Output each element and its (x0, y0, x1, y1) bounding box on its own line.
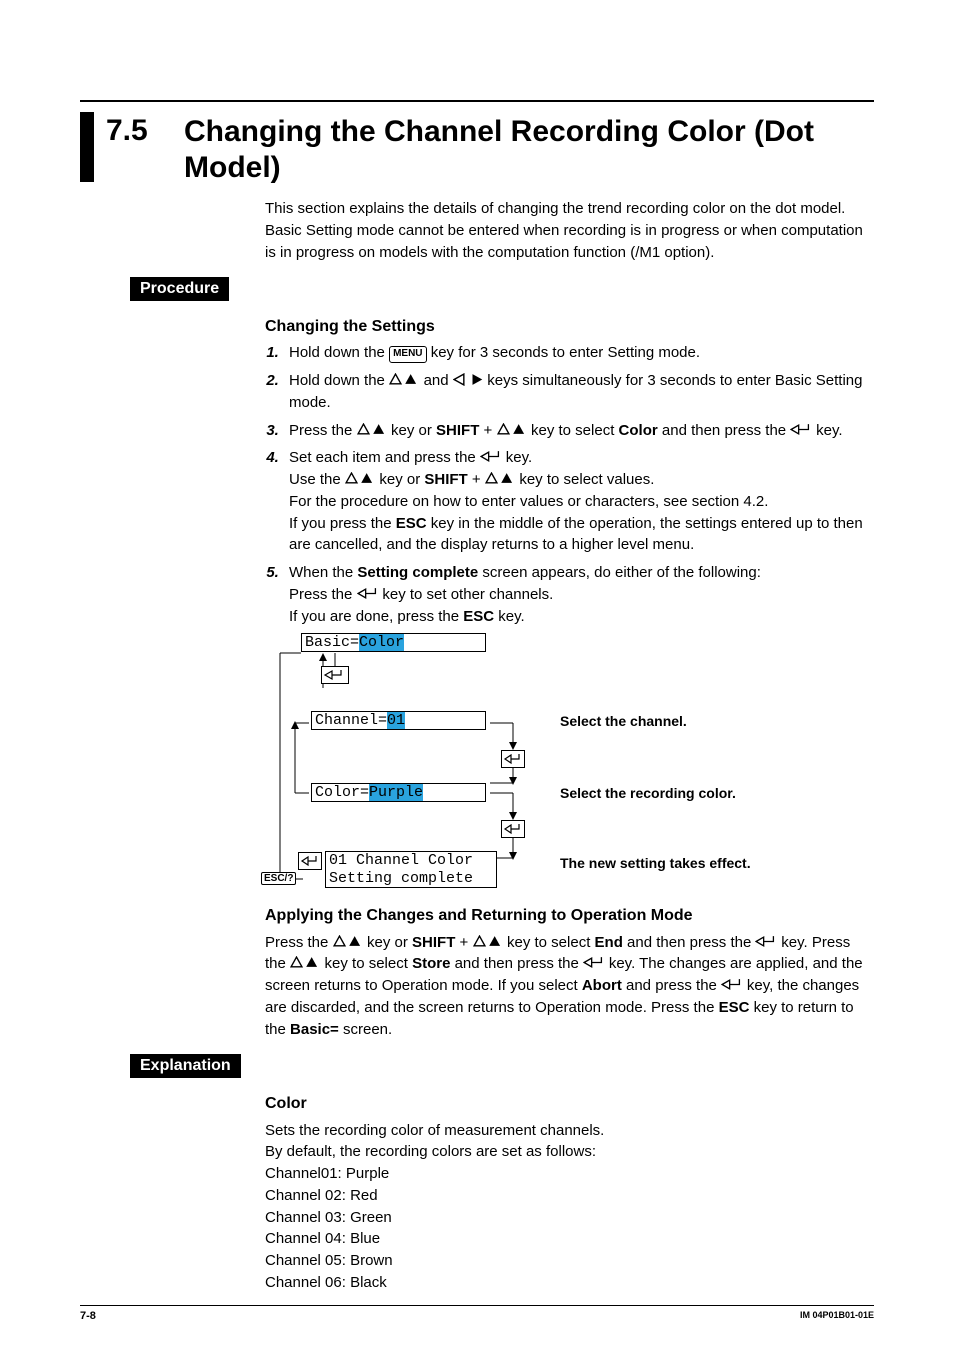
step-4: Set each item and press the key. Use the… (283, 447, 874, 556)
enter-icon (790, 423, 812, 436)
leftright-icon (453, 373, 483, 386)
updown-icon (290, 956, 320, 969)
enter-icon (721, 978, 743, 991)
color-heading: Color (265, 1092, 874, 1115)
enter-icon (755, 935, 777, 948)
changing-settings-heading: Changing the Settings (265, 315, 874, 338)
flow-caption-effect: The new setting takes effect. (560, 855, 751, 871)
enter-icon (357, 587, 379, 600)
default-color-1: Channel01: Purple (265, 1163, 874, 1185)
enter-icon (298, 852, 322, 874)
color-body-2: By default, the recording colors are set… (265, 1141, 874, 1163)
default-color-3: Channel 03: Green (265, 1207, 874, 1229)
page-footer: 7-8 IM 04P01B01-01E (80, 1305, 874, 1322)
enter-icon (321, 666, 349, 688)
default-color-6: Channel 06: Black (265, 1272, 874, 1294)
updown-icon (345, 472, 375, 485)
step-5: When the Setting complete screen appears… (283, 562, 874, 627)
enter-icon (480, 450, 502, 463)
procedure-steps: Hold down the MENU key for 3 seconds to … (265, 342, 874, 627)
enter-icon (501, 820, 525, 842)
flow-basic-box: Basic=Color (301, 633, 486, 652)
enter-icon (501, 750, 525, 772)
flow-caption-channel: Select the channel. (560, 713, 687, 729)
section-title: Changing the Channel Recording Color (Do… (184, 102, 874, 186)
step-3: Press the key or SHIFT + key to select C… (283, 420, 874, 442)
updown-icon (357, 423, 387, 436)
flow-color-box: Color=Purple (311, 783, 486, 802)
updown-icon (497, 423, 527, 436)
menu-key-icon: MENU (389, 346, 426, 363)
section-number: 7.5 (94, 102, 184, 148)
enter-icon (583, 956, 605, 969)
color-body-1: Sets the recording color of measurement … (265, 1120, 874, 1142)
title-marker (80, 112, 94, 182)
procedure-label: Procedure (130, 277, 229, 301)
step-2: Hold down the and keys simultaneously fo… (283, 370, 874, 414)
updown-icon (485, 472, 515, 485)
default-color-5: Channel 05: Brown (265, 1250, 874, 1272)
default-color-2: Channel 02: Red (265, 1185, 874, 1207)
settings-flowchart: Basic=Color Channel=01 Select the channe… (265, 633, 874, 898)
intro-paragraph: This section explains the details of cha… (265, 198, 874, 263)
default-color-4: Channel 04: Blue (265, 1228, 874, 1250)
updown-icon (389, 373, 419, 386)
step-1: Hold down the MENU key for 3 seconds to … (283, 342, 874, 364)
updown-icon (473, 935, 503, 948)
explanation-label: Explanation (130, 1054, 241, 1078)
page-number: 7-8 (80, 1310, 96, 1322)
applying-changes-body: Press the key or SHIFT + key to select E… (265, 932, 874, 1041)
esc-key-icon: ESC/? (261, 872, 296, 885)
flow-channel-box: Channel=01 (311, 711, 486, 730)
flow-caption-color: Select the recording color. (560, 785, 736, 801)
flow-result-box: 01 Channel Color Setting complete (325, 851, 497, 888)
applying-changes-heading: Applying the Changes and Returning to Op… (265, 904, 874, 927)
document-id: IM 04P01B01-01E (800, 1310, 874, 1322)
updown-icon (333, 935, 363, 948)
section-header: 7.5 Changing the Channel Recording Color… (80, 100, 874, 186)
